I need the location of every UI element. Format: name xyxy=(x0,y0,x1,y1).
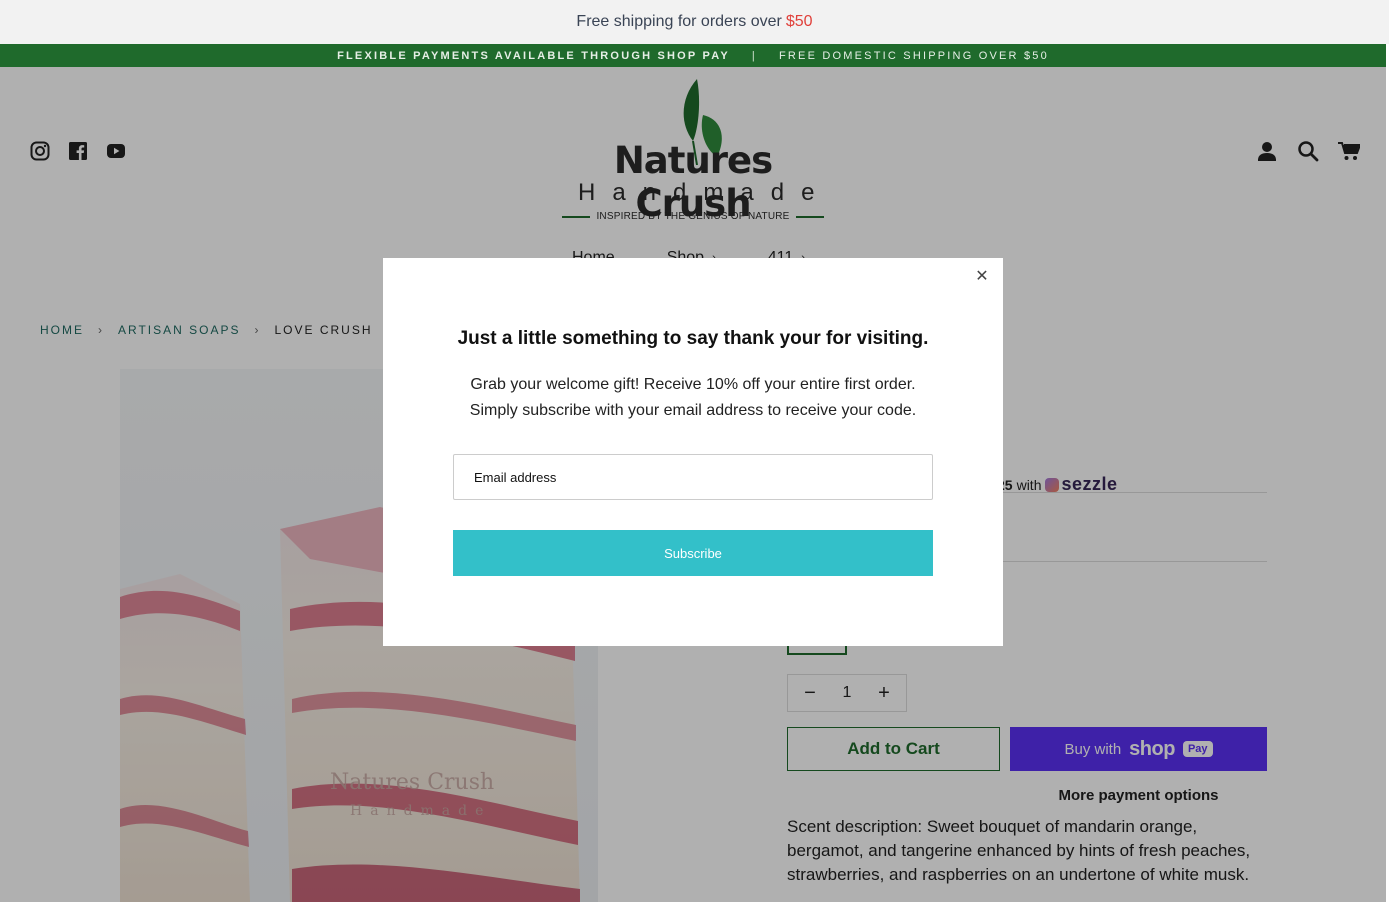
popup-body: Grab your welcome gift! Receive 10% off … xyxy=(383,372,1003,424)
announcement-bar: FLEXIBLE PAYMENTS AVAILABLE THROUGH SHOP… xyxy=(0,44,1386,67)
announcement-separator: | xyxy=(751,49,757,62)
promo-text: Free shipping for orders over xyxy=(576,13,782,30)
popup-line-1: Grab your welcome gift! Receive 10% off … xyxy=(470,376,916,393)
popup-title: Just a little something to say thank you… xyxy=(457,328,929,349)
promo-amount: $50 xyxy=(785,13,813,30)
free-shipping-bar: Free shipping for orders over $50 xyxy=(0,0,1389,44)
email-field[interactable] xyxy=(453,454,933,500)
close-icon[interactable]: ✕ xyxy=(975,269,989,285)
newsletter-popup: ✕ Just a little something to say thank y… xyxy=(383,258,1003,646)
subscribe-button[interactable]: Subscribe xyxy=(453,530,933,576)
announcement-left: FLEXIBLE PAYMENTS AVAILABLE THROUGH SHOP… xyxy=(337,49,730,62)
announcement-right: FREE DOMESTIC SHIPPING OVER $50 xyxy=(778,49,1049,62)
popup-line-2: Simply subscribe with your email address… xyxy=(469,402,917,419)
